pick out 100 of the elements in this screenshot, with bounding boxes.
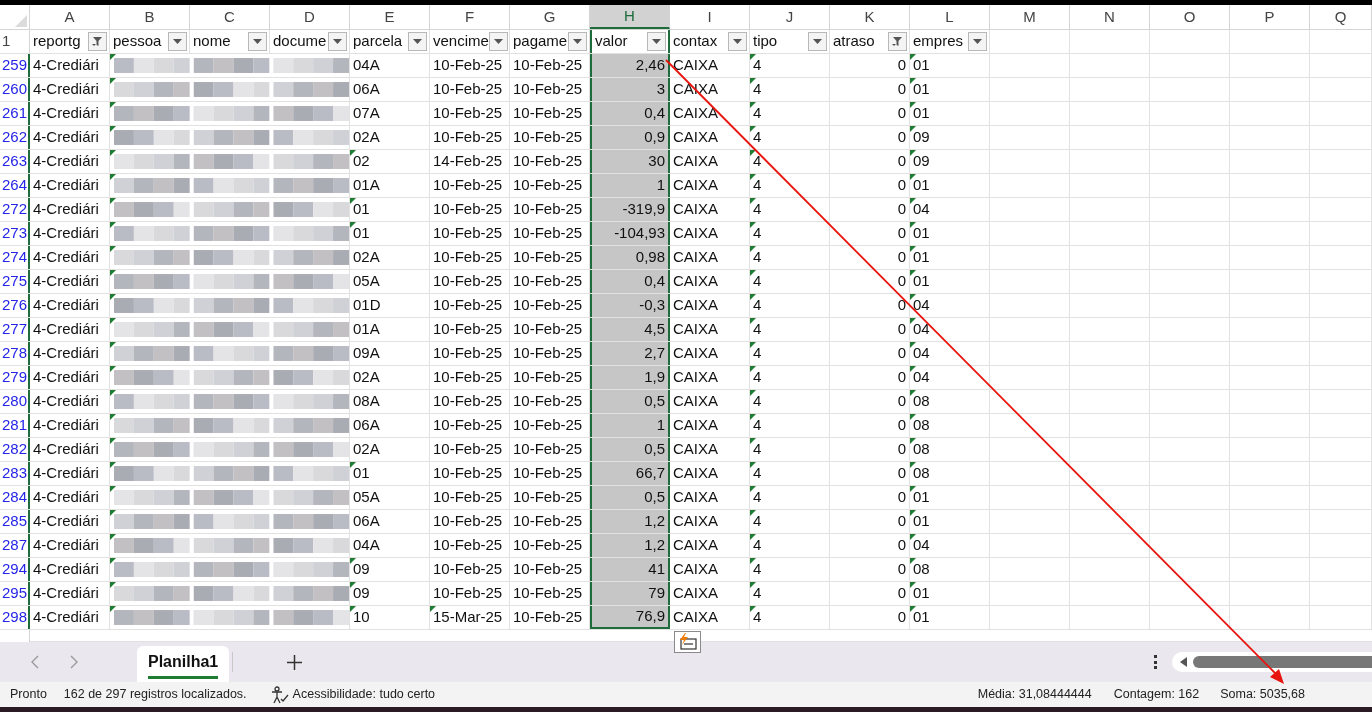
- column-header[interactable]: J: [750, 5, 830, 29]
- table-cell: 4: [750, 342, 830, 365]
- sheet-tab[interactable]: Planilha1: [137, 646, 230, 682]
- error-indicator-icon: [750, 558, 756, 564]
- error-indicator-icon: [910, 606, 916, 612]
- table-cell: 4: [750, 582, 830, 605]
- row-header[interactable]: 284: [0, 486, 30, 509]
- scroll-left-icon[interactable]: [1180, 657, 1187, 667]
- caret-icon: [253, 39, 262, 44]
- column-header[interactable]: I: [670, 5, 750, 29]
- table-cell: 10-Feb-25: [430, 246, 510, 269]
- column-header[interactable]: P: [1230, 5, 1310, 29]
- table-cell: 09A: [350, 342, 430, 365]
- table-cell: 10-Feb-25: [430, 438, 510, 461]
- table-cell: 4: [750, 390, 830, 413]
- row-header[interactable]: 282: [0, 438, 30, 461]
- filter-button[interactable]: [728, 32, 747, 51]
- table-cell: 14-Feb-25: [430, 150, 510, 173]
- filter-button[interactable]: [88, 32, 107, 51]
- caret-icon: [652, 39, 661, 44]
- column-title: atraso: [833, 31, 875, 52]
- error-indicator-icon: [910, 366, 916, 372]
- table-cell: 4: [750, 198, 830, 221]
- row-header[interactable]: 259: [0, 54, 30, 77]
- filter-button[interactable]: [488, 32, 508, 51]
- filter-button[interactable]: [968, 32, 987, 51]
- error-indicator-icon: [750, 366, 756, 372]
- column-header[interactable]: B: [110, 5, 190, 29]
- row-header[interactable]: 285: [0, 510, 30, 533]
- row-header[interactable]: 263: [0, 150, 30, 173]
- table-cell: 4,5: [590, 318, 670, 341]
- error-indicator-icon: [910, 438, 916, 444]
- column-header[interactable]: K: [830, 5, 910, 29]
- row-header[interactable]: 273: [0, 222, 30, 245]
- accessibility-status[interactable]: Acessibilidade: tudo certo: [292, 685, 436, 704]
- record-count-text: 162 de 297 registros localizados.: [63, 686, 247, 704]
- error-indicator-icon: [910, 294, 916, 300]
- row-header[interactable]: 264: [0, 174, 30, 197]
- column-header[interactable]: E: [350, 5, 430, 29]
- error-indicator-icon: [750, 318, 756, 324]
- filter-button[interactable]: [568, 32, 587, 51]
- row-header[interactable]: 262: [0, 126, 30, 149]
- add-sheet-button[interactable]: [284, 652, 305, 672]
- column-header[interactable]: M: [990, 5, 1070, 29]
- table-cell: 0,5: [590, 390, 670, 413]
- table-cell: 01: [910, 270, 990, 293]
- error-indicator-icon: [750, 246, 756, 252]
- row-header[interactable]: 261: [0, 102, 30, 125]
- row-header[interactable]: 276: [0, 294, 30, 317]
- horizontal-scrollbar[interactable]: [1172, 652, 1372, 672]
- table-cell: 0,9: [590, 126, 670, 149]
- filter-button[interactable]: [328, 32, 347, 51]
- row-header[interactable]: 275: [0, 270, 30, 293]
- table-cell: 4: [750, 270, 830, 293]
- error-indicator-icon: [750, 462, 756, 468]
- column-header[interactable]: O: [1150, 5, 1230, 29]
- row-header[interactable]: 272: [0, 198, 30, 221]
- filter-button[interactable]: [888, 32, 907, 51]
- filter-button[interactable]: [168, 32, 187, 51]
- column-header[interactable]: H: [590, 5, 670, 29]
- table-cell: 4: [750, 414, 830, 437]
- column-header[interactable]: C: [190, 5, 270, 29]
- table-cell: 30: [590, 150, 670, 173]
- row-header[interactable]: 294: [0, 558, 30, 581]
- error-indicator-icon: [350, 606, 356, 612]
- row-header[interactable]: 278: [0, 342, 30, 365]
- row-header[interactable]: 1: [0, 30, 30, 53]
- column-header[interactable]: N: [1070, 5, 1150, 29]
- row-header[interactable]: 274: [0, 246, 30, 269]
- error-indicator-icon: [750, 342, 756, 348]
- row-header[interactable]: 287: [0, 534, 30, 557]
- column-header[interactable]: L: [910, 5, 990, 29]
- row-header[interactable]: 283: [0, 462, 30, 485]
- row-header[interactable]: 295: [0, 582, 30, 605]
- quick-analysis-button[interactable]: [674, 631, 701, 653]
- row-header[interactable]: 260: [0, 78, 30, 101]
- row-header[interactable]: 281: [0, 414, 30, 437]
- table-cell: 10-Feb-25: [430, 270, 510, 293]
- column-header[interactable]: A: [30, 5, 110, 29]
- row-header[interactable]: 280: [0, 390, 30, 413]
- column-header[interactable]: Q: [1310, 5, 1372, 29]
- column-header[interactable]: F: [430, 5, 510, 29]
- filter-button[interactable]: [808, 32, 827, 51]
- error-indicator-icon: [750, 606, 756, 612]
- table-cell: 02: [350, 150, 430, 173]
- filter-button[interactable]: [408, 32, 427, 51]
- error-indicator-icon: [910, 486, 916, 492]
- filter-button[interactable]: [647, 32, 666, 51]
- row-header[interactable]: 277: [0, 318, 30, 341]
- column-header[interactable]: D: [270, 5, 350, 29]
- table-cell: 10-Feb-25: [430, 534, 510, 557]
- table-cell: 10-Feb-25: [430, 102, 510, 125]
- table-cell: 10-Feb-25: [430, 198, 510, 221]
- error-indicator-icon: [910, 534, 916, 540]
- table-cell: 10-Feb-25: [430, 78, 510, 101]
- filter-button[interactable]: [248, 32, 267, 51]
- plus-icon: [286, 654, 302, 670]
- error-indicator-icon: [910, 54, 916, 60]
- row-header[interactable]: 279: [0, 366, 30, 389]
- more-options-icon[interactable]: [1152, 655, 1158, 669]
